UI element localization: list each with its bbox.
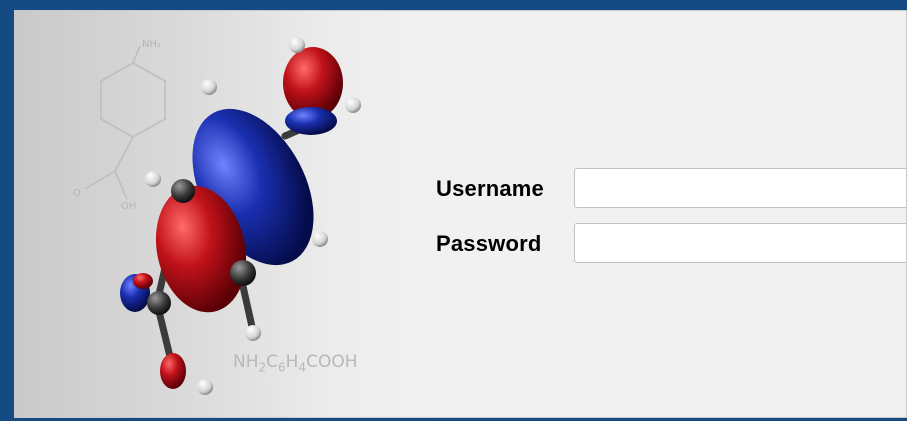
- password-input[interactable]: [574, 223, 906, 263]
- username-label: Username: [436, 176, 544, 201]
- window-frame: NH₂ O OH NH2C6H4COOH Username Password: [0, 0, 907, 421]
- username-input[interactable]: [574, 168, 906, 208]
- login-panel: NH₂ O OH NH2C6H4COOH Username Password: [14, 10, 907, 418]
- login-form: Username Password: [15, 11, 906, 417]
- password-label: Password: [436, 231, 542, 256]
